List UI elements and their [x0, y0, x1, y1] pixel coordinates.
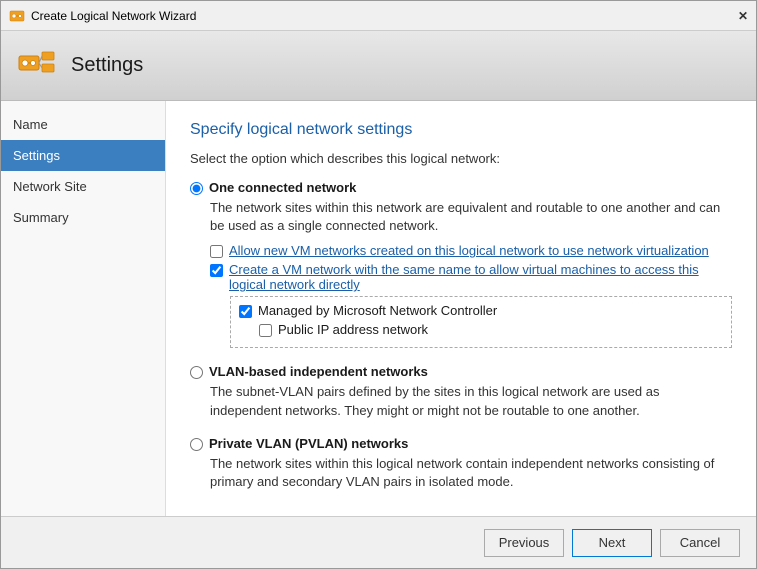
checkbox-public-ip: Public IP address network: [259, 322, 723, 337]
radio-pvlan: Private VLAN (PVLAN) networks: [190, 436, 732, 451]
checkbox-allow-vm: Allow new VM networks created on this lo…: [210, 243, 732, 258]
radio-one-connected: One connected network: [190, 180, 732, 195]
radio-pvlan-input[interactable]: [190, 438, 203, 451]
option-one-connected-description: The network sites within this network ar…: [210, 199, 732, 235]
checkbox-managed-ms: Managed by Microsoft Network Controller: [239, 303, 723, 318]
nested-checkbox-group: Managed by Microsoft Network Controller …: [230, 296, 732, 348]
option-pvlan: Private VLAN (PVLAN) networks The networ…: [190, 436, 732, 491]
sidebar: Name Settings Network Site Summary: [1, 101, 166, 516]
sidebar-item-summary[interactable]: Summary: [1, 202, 165, 233]
sidebar-item-network-site[interactable]: Network Site: [1, 171, 165, 202]
radio-vlan-based: VLAN-based independent networks: [190, 364, 732, 379]
section-title: Specify logical network settings: [190, 121, 732, 139]
content-area: Name Settings Network Site Summary Speci…: [1, 101, 756, 516]
title-bar-left: Create Logical Network Wizard: [9, 8, 196, 24]
radio-one-connected-label[interactable]: One connected network: [209, 180, 356, 195]
main-description: Select the option which describes this l…: [190, 151, 732, 166]
checkbox-allow-vm-input[interactable]: [210, 245, 223, 258]
sub-checkbox-group: Public IP address network: [259, 322, 723, 337]
radio-vlan-based-input[interactable]: [190, 366, 203, 379]
header-icon: [17, 46, 57, 86]
header-band: Settings: [1, 31, 756, 101]
option-vlan-description: The subnet-VLAN pairs defined by the sit…: [210, 383, 732, 419]
checkbox-create-vm-input[interactable]: [210, 264, 223, 277]
checkbox-public-ip-label[interactable]: Public IP address network: [278, 322, 428, 337]
option-vlan-based: VLAN-based independent networks The subn…: [190, 364, 732, 419]
sidebar-item-name[interactable]: Name: [1, 109, 165, 140]
radio-vlan-based-label[interactable]: VLAN-based independent networks: [209, 364, 428, 379]
checkbox-create-vm: Create a VM network with the same name t…: [210, 262, 732, 292]
footer: Previous Next Cancel: [1, 516, 756, 568]
sidebar-item-settings[interactable]: Settings: [1, 140, 165, 171]
title-bar-title: Create Logical Network Wizard: [31, 9, 196, 23]
option-one-connected: One connected network The network sites …: [190, 180, 732, 348]
wizard-window: Create Logical Network Wizard ✕ Settings: [0, 0, 757, 569]
checkbox-public-ip-input[interactable]: [259, 324, 272, 337]
header-title: Settings: [71, 54, 143, 77]
checkbox-allow-vm-label[interactable]: Allow new VM networks created on this lo…: [229, 243, 709, 258]
checkbox-create-vm-label[interactable]: Create a VM network with the same name t…: [229, 262, 732, 292]
close-icon[interactable]: ✕: [738, 9, 748, 23]
title-bar-icon: [9, 8, 25, 24]
checkbox-managed-ms-input[interactable]: [239, 305, 252, 318]
next-button[interactable]: Next: [572, 529, 652, 557]
previous-button[interactable]: Previous: [484, 529, 564, 557]
checkbox-group-1: Allow new VM networks created on this lo…: [210, 243, 732, 348]
option-pvlan-description: The network sites within this logical ne…: [210, 455, 732, 491]
main-content: Specify logical network settings Select …: [166, 101, 756, 516]
checkbox-managed-ms-label[interactable]: Managed by Microsoft Network Controller: [258, 303, 497, 318]
radio-one-connected-input[interactable]: [190, 182, 203, 195]
radio-pvlan-label[interactable]: Private VLAN (PVLAN) networks: [209, 436, 408, 451]
title-bar: Create Logical Network Wizard ✕: [1, 1, 756, 31]
cancel-button[interactable]: Cancel: [660, 529, 740, 557]
